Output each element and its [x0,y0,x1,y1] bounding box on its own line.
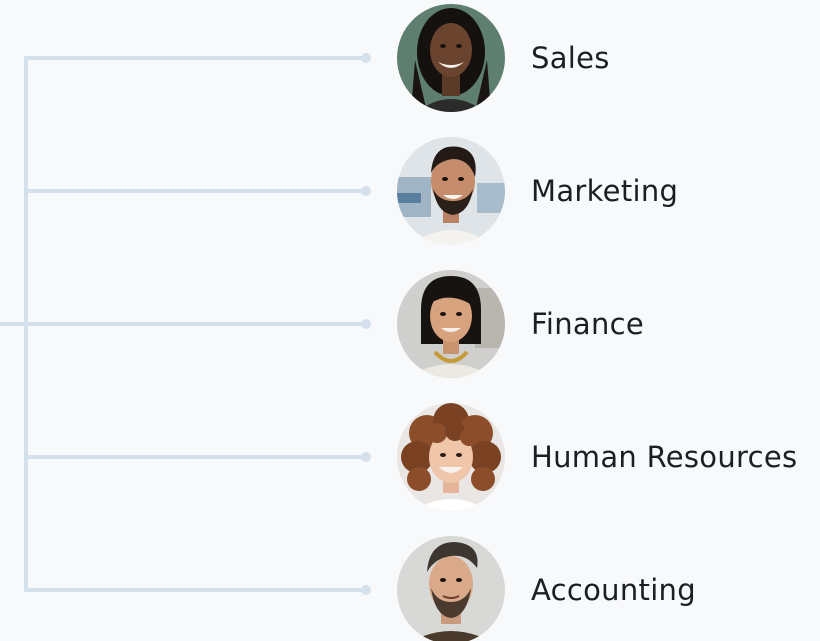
branch-end-dot [361,319,371,329]
department-node-accounting[interactable]: Accounting [397,536,817,641]
department-node-finance[interactable]: Finance [397,270,817,378]
department-label-marketing: Marketing [531,174,679,208]
department-node-marketing[interactable]: Marketing [397,137,817,245]
department-label-sales: Sales [531,41,610,75]
department-node-human-resources[interactable]: Human Resources [397,403,817,511]
woman-braids-avatar [397,4,505,112]
woman-bob-necklace-avatar [397,270,505,378]
woman-curly-hair-avatar [397,403,505,511]
man-undercut-beard-avatar [397,536,505,641]
department-label-human-resources: Human Resources [531,440,798,474]
department-label-accounting: Accounting [531,573,696,607]
man-beard-smiling-avatar [397,137,505,245]
org-chart-diagram: Sales Marketing Finance Human Resources … [0,0,820,641]
branch-end-dot [361,585,371,595]
department-node-sales[interactable]: Sales [397,4,817,112]
department-label-finance: Finance [531,307,645,341]
branch-end-dot [361,53,371,63]
branch-end-dot [361,186,371,196]
branch-end-dot [361,452,371,462]
